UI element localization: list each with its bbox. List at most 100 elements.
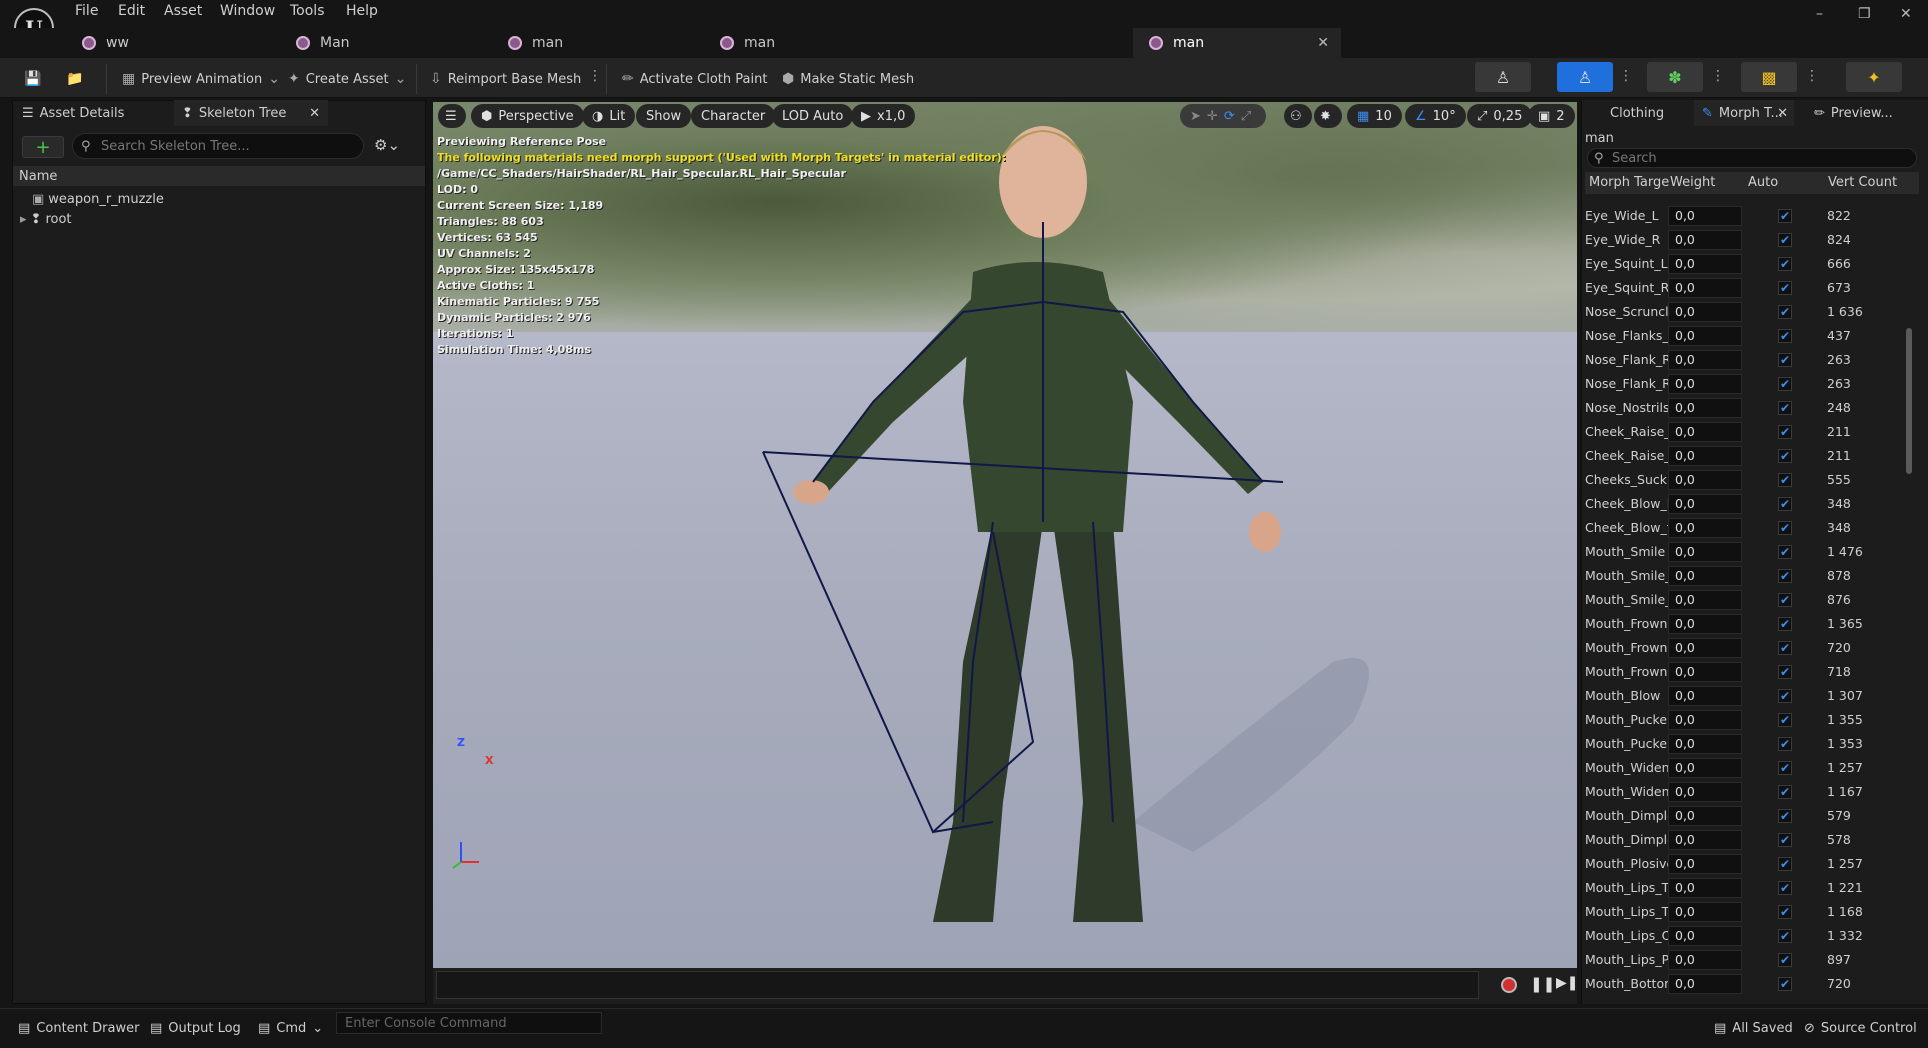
preview-animation-button[interactable]: ▦ Preview Animation ⌄ (122, 66, 280, 92)
morph-target-row[interactable]: Mouth_Frown 0,0 ✔ 1 365 (1585, 612, 1905, 636)
morph-weight-input[interactable]: 0,0 (1668, 422, 1742, 442)
physics-mode-button[interactable]: ✦ (1846, 62, 1902, 92)
tab-skeleton-tree[interactable]: ❢ Skeleton Tree ✕ (174, 100, 328, 126)
morph-target-row[interactable]: Mouth_Smile_ 0,0 ✔ 878 (1585, 564, 1905, 588)
morph-target-row[interactable]: Mouth_Dimple 0,0 ✔ 579 (1585, 804, 1905, 828)
morph-target-row[interactable]: Eye_Squint_L 0,0 ✔ 666 (1585, 252, 1905, 276)
column-header-auto[interactable]: Auto (1748, 175, 1778, 190)
content-drawer-button[interactable]: ▤ Content Drawer (18, 1016, 139, 1040)
close-tab-icon[interactable]: ✕ (309, 106, 320, 121)
auto-checkbox[interactable]: ✔ (1778, 977, 1792, 991)
world-local-icon[interactable]: ⚇ (1284, 104, 1312, 128)
auto-checkbox[interactable]: ✔ (1778, 665, 1792, 679)
mesh-mode-button[interactable]: ♙ (1557, 62, 1613, 92)
scrollbar[interactable] (1906, 328, 1912, 474)
angle-snap-button[interactable]: ∠ 10° (1405, 104, 1466, 128)
auto-checkbox[interactable]: ✔ (1778, 641, 1792, 655)
close-tab-icon[interactable]: ✕ (1317, 35, 1329, 51)
source-control-button[interactable]: ⊘ Source Control (1804, 1016, 1917, 1040)
surface-snap-icon[interactable]: ✸ (1314, 104, 1342, 128)
doc-tab-man-1[interactable]: Man (280, 28, 490, 58)
morph-target-row[interactable]: Nose_Nostrils 0,0 ✔ 248 (1585, 396, 1905, 420)
menu-asset[interactable]: Asset (164, 3, 202, 19)
column-header-weight[interactable]: Weight (1670, 175, 1715, 190)
morph-weight-input[interactable]: 0,0 (1668, 830, 1742, 850)
tab-clothing[interactable]: Clothing (1602, 100, 1692, 126)
morph-weight-input[interactable]: 0,0 (1668, 854, 1742, 874)
timeline-scrubber[interactable] (436, 971, 1479, 999)
morph-target-row[interactable]: Mouth_Lips_P 0,0 ✔ 897 (1585, 948, 1905, 972)
doc-tab-man-3[interactable]: man (704, 28, 914, 58)
auto-checkbox[interactable]: ✔ (1778, 569, 1792, 583)
auto-checkbox[interactable]: ✔ (1778, 497, 1792, 511)
reimport-base-mesh-button[interactable]: ⇩ Reimport Base Mesh (430, 66, 581, 92)
all-saved-button[interactable]: ▤ All Saved (1714, 1016, 1793, 1040)
doc-tab-man-2[interactable]: man (492, 28, 702, 58)
auto-checkbox[interactable]: ✔ (1778, 689, 1792, 703)
morph-weight-input[interactable]: 0,0 (1668, 758, 1742, 778)
morph-weight-input[interactable]: 0,0 (1668, 878, 1742, 898)
morph-target-row[interactable]: Nose_Scruncl 0,0 ✔ 1 636 (1585, 300, 1905, 324)
morph-weight-input[interactable]: 0,0 (1668, 326, 1742, 346)
auto-checkbox[interactable]: ✔ (1778, 953, 1792, 967)
morph-target-row[interactable]: Mouth_Widen 0,0 ✔ 1 257 (1585, 756, 1905, 780)
morph-target-row[interactable]: Nose_Flanks_ 0,0 ✔ 437 (1585, 324, 1905, 348)
morph-target-row[interactable]: Mouth_Plosive 0,0 ✔ 1 257 (1585, 852, 1905, 876)
auto-checkbox[interactable]: ✔ (1778, 881, 1792, 895)
tab-preview-settings[interactable]: ✏ Preview... (1806, 100, 1916, 126)
morph-target-row[interactable]: Nose_Flank_R 0,0 ✔ 263 (1585, 348, 1905, 372)
morph-target-row[interactable]: Nose_Flank_R 0,0 ✔ 263 (1585, 372, 1905, 396)
viewport[interactable]: Z X (433, 102, 1577, 968)
morph-target-row[interactable]: Cheek_Raise_ 0,0 ✔ 211 (1585, 444, 1905, 468)
morph-weight-input[interactable]: 0,0 (1668, 494, 1742, 514)
console-command-input[interactable]: Enter Console Command (336, 1012, 602, 1034)
scale-icon[interactable]: ⤢ (1241, 109, 1251, 124)
auto-checkbox[interactable]: ✔ (1778, 425, 1792, 439)
morph-weight-input[interactable]: 0,0 (1668, 374, 1742, 394)
move-icon[interactable]: ✛ (1207, 109, 1218, 124)
morph-target-row[interactable]: Eye_Squint_R 0,0 ✔ 673 (1585, 276, 1905, 300)
auto-checkbox[interactable]: ✔ (1778, 857, 1792, 871)
auto-checkbox[interactable]: ✔ (1778, 233, 1792, 247)
morph-weight-input[interactable]: 0,0 (1668, 902, 1742, 922)
morph-weight-input[interactable]: 0,0 (1668, 926, 1742, 946)
morph-target-row[interactable]: Mouth_Lips_O 0,0 ✔ 1 332 (1585, 924, 1905, 948)
morph-target-row[interactable]: Mouth_Smile_ 0,0 ✔ 876 (1585, 588, 1905, 612)
auto-checkbox[interactable]: ✔ (1778, 929, 1792, 943)
morph-weight-input[interactable]: 0,0 (1668, 566, 1742, 586)
auto-checkbox[interactable]: ✔ (1778, 833, 1792, 847)
doc-tab-man-active[interactable]: man ✕ (1133, 28, 1341, 58)
morph-target-row[interactable]: Mouth_Lips_T 0,0 ✔ 1 168 (1585, 900, 1905, 924)
menu-window[interactable]: Window (220, 3, 275, 19)
more-options-icon[interactable]: ⋮ (1711, 68, 1725, 84)
tree-item-weapon-r-muzzle[interactable]: ▣ weapon_r_muzzle (32, 192, 164, 207)
morph-weight-input[interactable]: 0,0 (1668, 446, 1742, 466)
transform-tools-group[interactable]: ➤ ✛ ⟳ ⤢ (1180, 104, 1266, 128)
camera-speed-button[interactable]: ▣ 2 (1528, 104, 1575, 128)
morph-weight-input[interactable]: 0,0 (1668, 590, 1742, 610)
auto-checkbox[interactable]: ✔ (1778, 737, 1792, 751)
morph-target-row[interactable]: Mouth_Frown, 0,0 ✔ 720 (1585, 636, 1905, 660)
auto-checkbox[interactable]: ✔ (1778, 209, 1792, 223)
settings-gear-icon[interactable]: ⚙⌄ (374, 136, 400, 154)
menu-tools[interactable]: Tools (290, 3, 325, 19)
auto-checkbox[interactable]: ✔ (1778, 521, 1792, 535)
doc-tab-ww[interactable]: ww (66, 28, 276, 58)
auto-checkbox[interactable]: ✔ (1778, 377, 1792, 391)
morph-target-row[interactable]: Mouth_Frown, 0,0 ✔ 718 (1585, 660, 1905, 684)
pause-icon[interactable]: ❚❚ (1530, 975, 1555, 993)
expand-arrow-icon[interactable]: ▸ (20, 212, 27, 227)
morph-weight-input[interactable]: 0,0 (1668, 974, 1742, 994)
auto-checkbox[interactable]: ✔ (1778, 449, 1792, 463)
morph-weight-input[interactable]: 0,0 (1668, 302, 1742, 322)
morph-weight-input[interactable]: 0,0 (1668, 230, 1742, 250)
browse-asset-icon[interactable]: 📁 (66, 66, 83, 92)
auto-checkbox[interactable]: ✔ (1778, 473, 1792, 487)
morph-search-input[interactable]: ⚲ Search (1587, 148, 1917, 168)
morph-weight-input[interactable]: 0,0 (1668, 806, 1742, 826)
menu-edit[interactable]: Edit (118, 3, 145, 19)
skeleton-mode-button[interactable]: ♙ (1475, 62, 1531, 92)
skeleton-search-input[interactable]: ⚲ Search Skeleton Tree... (72, 133, 364, 159)
output-log-button[interactable]: ▤ Output Log (150, 1016, 241, 1040)
morph-target-row[interactable]: Cheek_Blow_l 0,0 ✔ 348 (1585, 492, 1905, 516)
